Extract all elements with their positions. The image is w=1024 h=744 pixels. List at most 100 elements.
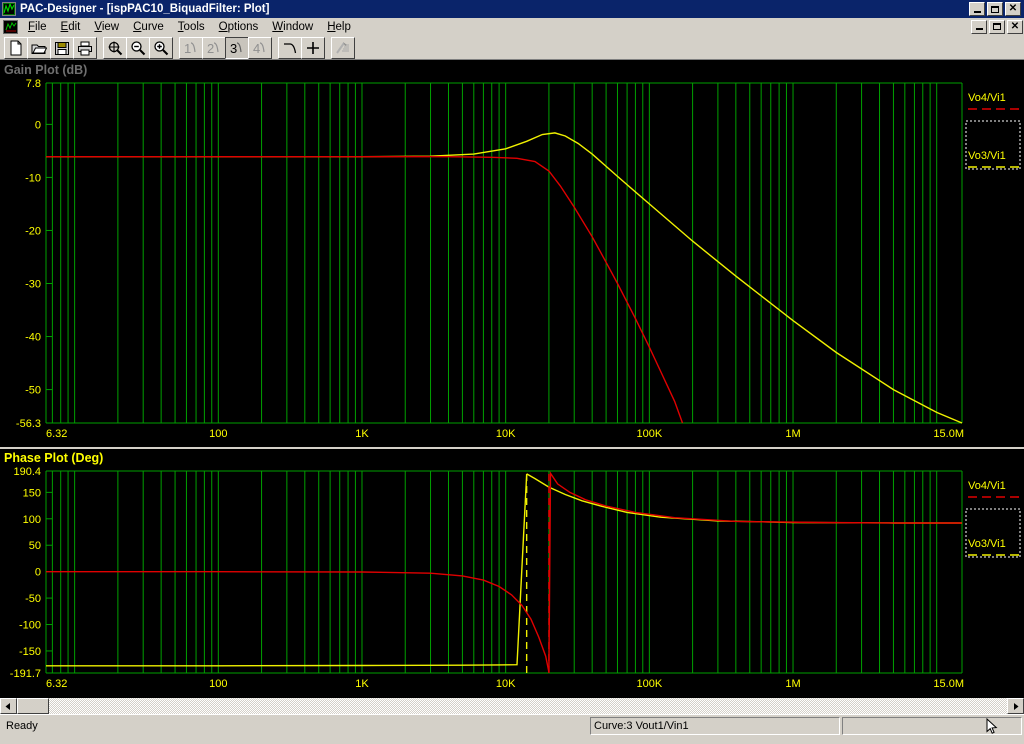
toolbar-group-curves: 1 2 3 4: [179, 36, 272, 59]
status-ready-text: Ready: [6, 719, 38, 732]
phase-plot-title: Phase Plot (Deg): [4, 451, 104, 465]
svg-text:1M: 1M: [785, 678, 800, 690]
menu-label-window: indow: [283, 20, 314, 33]
svg-text:Vo4/Vi1: Vo4/Vi1: [968, 92, 1006, 104]
svg-text:1K: 1K: [355, 678, 369, 690]
scrollbar-track[interactable]: [49, 698, 1007, 714]
toolbar-group-file: [4, 36, 97, 59]
svg-text:-40: -40: [25, 332, 41, 344]
menu-item-tools[interactable]: Tools: [171, 19, 212, 35]
toolbar-group-tools: [278, 36, 325, 59]
toolbar-group-zoom: [103, 36, 173, 59]
menu-label-tools: ools: [183, 20, 205, 33]
svg-text:15.0M: 15.0M: [933, 428, 964, 440]
svg-text:7.8: 7.8: [26, 78, 41, 90]
svg-text:10K: 10K: [496, 428, 516, 440]
menu-item-window[interactable]: Window: [265, 19, 320, 35]
svg-text:100: 100: [209, 428, 227, 440]
svg-text:-150: -150: [19, 646, 41, 658]
svg-text:-30: -30: [25, 278, 41, 290]
menu-label-view: iew: [101, 20, 120, 33]
svg-text:Vo4/Vi1: Vo4/Vi1: [968, 480, 1006, 492]
menu-item-help[interactable]: Help: [320, 19, 358, 35]
new-file-button[interactable]: [4, 36, 28, 59]
gain-plot-title: Gain Plot (dB): [4, 63, 88, 77]
status-extra-pane: [842, 716, 1022, 735]
zoom-in-button[interactable]: [149, 36, 173, 59]
menu-label-help: elp: [335, 20, 351, 33]
menu-item-file[interactable]: File: [21, 19, 54, 35]
plot-client-area: Gain Plot (dB) 7.8 0 -10 -20 -30 -40 -50 -56.3 6…: [0, 60, 1024, 697]
svg-text:1K: 1K: [355, 428, 369, 440]
phase-plot-panel[interactable]: Phase Plot (Deg) 190.4 150 100 50 0 -50 -100 -1…: [0, 447, 1024, 697]
mdi-minimize-button[interactable]: [971, 19, 987, 34]
app-window-controls[interactable]: ✕: [969, 2, 1021, 16]
svg-text:-50: -50: [25, 385, 41, 397]
curve-4-button[interactable]: 4: [248, 36, 272, 59]
zoom-out-button[interactable]: [126, 36, 150, 59]
svg-text:-50: -50: [25, 593, 41, 605]
svg-text:0: 0: [35, 567, 41, 579]
app-title-text: PAC-Designer - [ispPAC10_BiquadFilter: P…: [20, 3, 270, 15]
horizontal-scrollbar[interactable]: [0, 697, 1024, 714]
phase-plot-chart[interactable]: 190.4 150 100 50 0 -50 -100 -150 -191.7 6.32 100 1K…: [0, 449, 1024, 697]
app-minimize-button[interactable]: [969, 2, 985, 16]
app-restore-button[interactable]: [987, 2, 1003, 16]
mdi-window-controls[interactable]: ✕: [971, 19, 1023, 34]
mdi-document-icon[interactable]: [3, 19, 18, 34]
mdi-restore-button[interactable]: [989, 19, 1005, 34]
toolbar[interactable]: 1 2 3 4: [0, 36, 1024, 60]
svg-text:Vo3/Vi1: Vo3/Vi1: [968, 150, 1006, 162]
run-simulation-button[interactable]: [331, 36, 355, 59]
svg-text:100: 100: [23, 514, 41, 526]
svg-text:150: 150: [23, 487, 41, 499]
svg-text:2: 2: [207, 41, 214, 56]
status-bar: Ready Curve:3 Vout1/Vin1: [0, 714, 1024, 736]
rolloff-curve-button[interactable]: [278, 36, 302, 59]
svg-text:0: 0: [35, 119, 41, 131]
curve-2-button[interactable]: 2: [202, 36, 226, 59]
crosshair-plus-button[interactable]: [301, 36, 325, 59]
svg-text:1: 1: [184, 41, 191, 56]
menu-item-curve[interactable]: Curve: [126, 19, 171, 35]
svg-text:100K: 100K: [636, 428, 662, 440]
svg-text:100K: 100K: [636, 678, 662, 690]
menu-item-options[interactable]: Options: [212, 19, 266, 35]
gain-plot-chart[interactable]: 7.8 0 -10 -20 -30 -40 -50 -56.3 6.32 100 1K 10K 100K…: [0, 61, 1024, 447]
menu-item-view[interactable]: View: [87, 19, 126, 35]
curve-1-button[interactable]: 1: [179, 36, 203, 59]
svg-text:Vo3/Vi1: Vo3/Vi1: [968, 538, 1006, 550]
svg-text:3: 3: [230, 41, 237, 56]
menu-label-file: ile: [35, 20, 47, 33]
app-logo-icon[interactable]: [2, 2, 16, 16]
scroll-right-arrow-icon[interactable]: [1007, 698, 1024, 714]
status-curve-text: Curve:3 Vout1/Vin1: [590, 716, 840, 735]
svg-text:50: 50: [29, 540, 41, 552]
svg-text:6.32: 6.32: [46, 428, 67, 440]
curve-3-button[interactable]: 3: [225, 36, 249, 59]
svg-text:1M: 1M: [785, 428, 800, 440]
svg-text:4: 4: [253, 41, 260, 56]
mdi-close-button[interactable]: ✕: [1007, 19, 1023, 34]
svg-text:15.0M: 15.0M: [933, 678, 964, 690]
svg-text:190.4: 190.4: [13, 466, 41, 478]
menu-bar[interactable]: File Edit View Curve Tools Options Windo…: [0, 18, 1024, 36]
svg-text:6.32: 6.32: [46, 678, 67, 690]
app-title-bar[interactable]: PAC-Designer - [ispPAC10_BiquadFilter: P…: [0, 0, 1024, 18]
open-folder-button[interactable]: [27, 36, 51, 59]
menu-item-edit[interactable]: Edit: [54, 19, 88, 35]
gain-plot-panel[interactable]: Gain Plot (dB) 7.8 0 -10 -20 -30 -40 -50 -56.3 6…: [0, 60, 1024, 447]
scrollbar-thumb[interactable]: [17, 698, 49, 714]
svg-text:-10: -10: [25, 172, 41, 184]
menu-label-options: ptions: [227, 20, 259, 33]
print-button[interactable]: [73, 36, 97, 59]
svg-text:100: 100: [209, 678, 227, 690]
svg-text:-20: -20: [25, 225, 41, 237]
save-file-button[interactable]: [50, 36, 74, 59]
zoom-fit-button[interactable]: [103, 36, 127, 59]
scroll-left-arrow-icon[interactable]: [0, 698, 17, 714]
svg-text:-100: -100: [19, 620, 41, 632]
svg-text:10K: 10K: [496, 678, 516, 690]
svg-text:-56.3: -56.3: [16, 418, 41, 430]
app-close-button[interactable]: ✕: [1005, 2, 1021, 16]
